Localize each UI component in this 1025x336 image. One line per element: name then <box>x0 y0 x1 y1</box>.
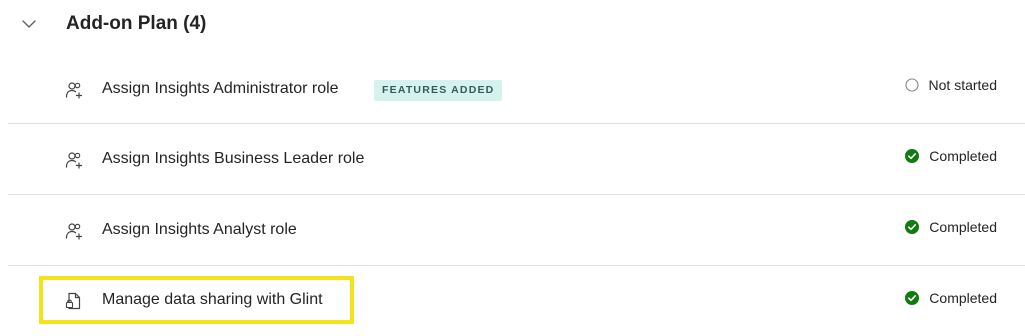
status-text: Not started <box>928 77 997 93</box>
status-indicator: Not started <box>904 77 997 93</box>
status-indicator: Completed <box>905 290 997 306</box>
task-row-assign-business-leader[interactable]: Assign Insights Business Leader role Com… <box>8 124 1025 194</box>
task-label[interactable]: Assign Insights Business Leader role <box>102 150 364 168</box>
check-circle-icon <box>905 149 920 163</box>
status-text: Completed <box>929 219 997 235</box>
features-added-badge: FEATURES ADDED <box>374 80 503 101</box>
chevron-down-icon[interactable] <box>20 15 38 33</box>
people-add-icon <box>65 82 83 99</box>
section-header[interactable]: Add-on Plan (4) <box>0 0 1025 50</box>
status-text: Completed <box>929 290 997 306</box>
section-title: Add-on Plan (4) <box>66 13 207 34</box>
task-label[interactable]: Manage data sharing with Glint <box>102 291 323 309</box>
people-add-icon <box>65 223 83 240</box>
status-indicator: Completed <box>905 148 997 164</box>
task-row-manage-data-sharing[interactable]: Manage data sharing with Glint Completed <box>8 266 1025 336</box>
task-row-assign-administrator[interactable]: Assign Insights Administrator role FEATU… <box>8 55 1025 125</box>
document-lock-icon <box>65 292 81 310</box>
task-label[interactable]: Assign Insights Analyst role <box>102 221 297 239</box>
status-indicator: Completed <box>905 219 997 235</box>
check-circle-icon <box>905 291 920 305</box>
status-text: Completed <box>929 148 997 164</box>
task-row-assign-analyst[interactable]: Assign Insights Analyst role Completed <box>8 195 1025 265</box>
task-label[interactable]: Assign Insights Administrator role <box>102 80 339 98</box>
people-add-icon <box>65 152 83 169</box>
check-circle-icon <box>905 220 920 234</box>
empty-circle-icon <box>904 78 919 92</box>
add-on-plan-page: Add-on Plan (4) Assign Insights Administ… <box>0 0 1025 336</box>
